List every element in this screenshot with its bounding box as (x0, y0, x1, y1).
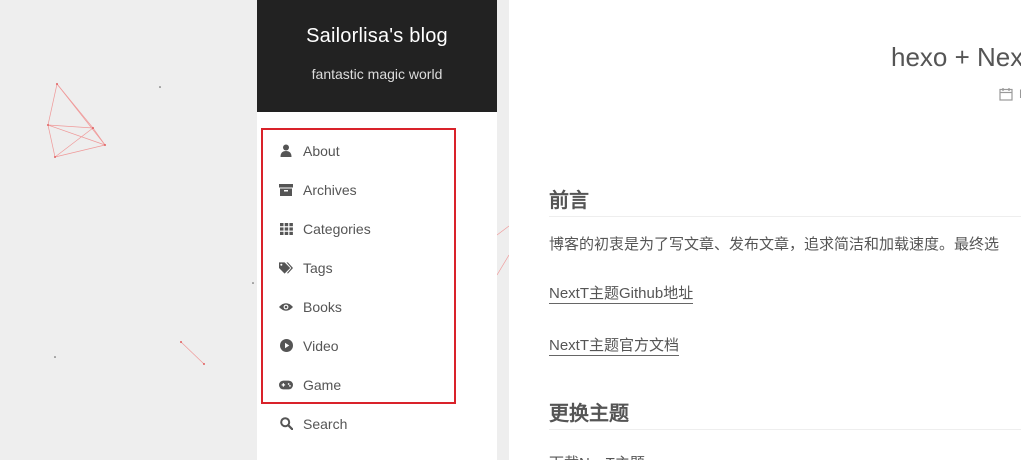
paragraph-download: 下载NexT主题 (549, 452, 645, 460)
post-content: hexo + Nex Р 前言 博客的初衷是为了写文章、发布文章，追求简洁和加载… (509, 0, 1021, 460)
menu-label: Books (303, 298, 342, 315)
menu-item-game[interactable]: Game (257, 365, 497, 404)
link-next-github[interactable]: NextT主题Github地址 (549, 285, 694, 304)
menu-label: Categories (303, 220, 371, 237)
menu-item-search[interactable]: Search (257, 404, 497, 443)
section-heading-preface: 前言 (549, 184, 1021, 217)
menu-item-categories[interactable]: Categories (257, 209, 497, 248)
section-heading-change-theme: 更换主题 (549, 397, 1021, 430)
site-subtitle: fantastic magic world (311, 66, 443, 82)
post-title[interactable]: hexo + Nex (891, 42, 1021, 73)
main-menu: About Archives Categories Tags Books Vid… (257, 131, 497, 443)
user-icon (279, 144, 293, 158)
menu-item-video[interactable]: Video (257, 326, 497, 365)
th-grid-icon (279, 222, 293, 236)
menu-label: Game (303, 376, 342, 393)
calendar-icon (999, 88, 1013, 101)
play-circle-icon (279, 339, 293, 353)
gamepad-icon (279, 378, 293, 392)
menu-item-archives[interactable]: Archives (257, 170, 497, 209)
menu-label: Tags (303, 259, 333, 276)
menu-label: Video (303, 337, 339, 354)
eye-icon (279, 300, 293, 314)
site-brand-header: Sailorlisa's blog fantastic magic world (257, 0, 497, 112)
menu-label: Archives (303, 181, 357, 198)
menu-item-books[interactable]: Books (257, 287, 497, 326)
post-meta: Р (999, 87, 1021, 101)
menu-item-tags[interactable]: Tags (257, 248, 497, 287)
menu-label: About (303, 142, 340, 159)
paragraph-intro: 博客的初衷是为了写文章、发布文章，追求简洁和加载速度。最终选 (549, 236, 1000, 253)
sidebar: Sailorlisa's blog fantastic magic world … (257, 0, 497, 460)
menu-label: Search (303, 415, 348, 432)
tags-icon (279, 261, 293, 275)
menu-item-about[interactable]: About (257, 131, 497, 170)
archive-icon (279, 183, 293, 197)
search-icon (279, 417, 293, 431)
link-next-docs[interactable]: NextT主题官方文档 (549, 337, 680, 356)
site-title[interactable]: Sailorlisa's blog (306, 25, 448, 48)
